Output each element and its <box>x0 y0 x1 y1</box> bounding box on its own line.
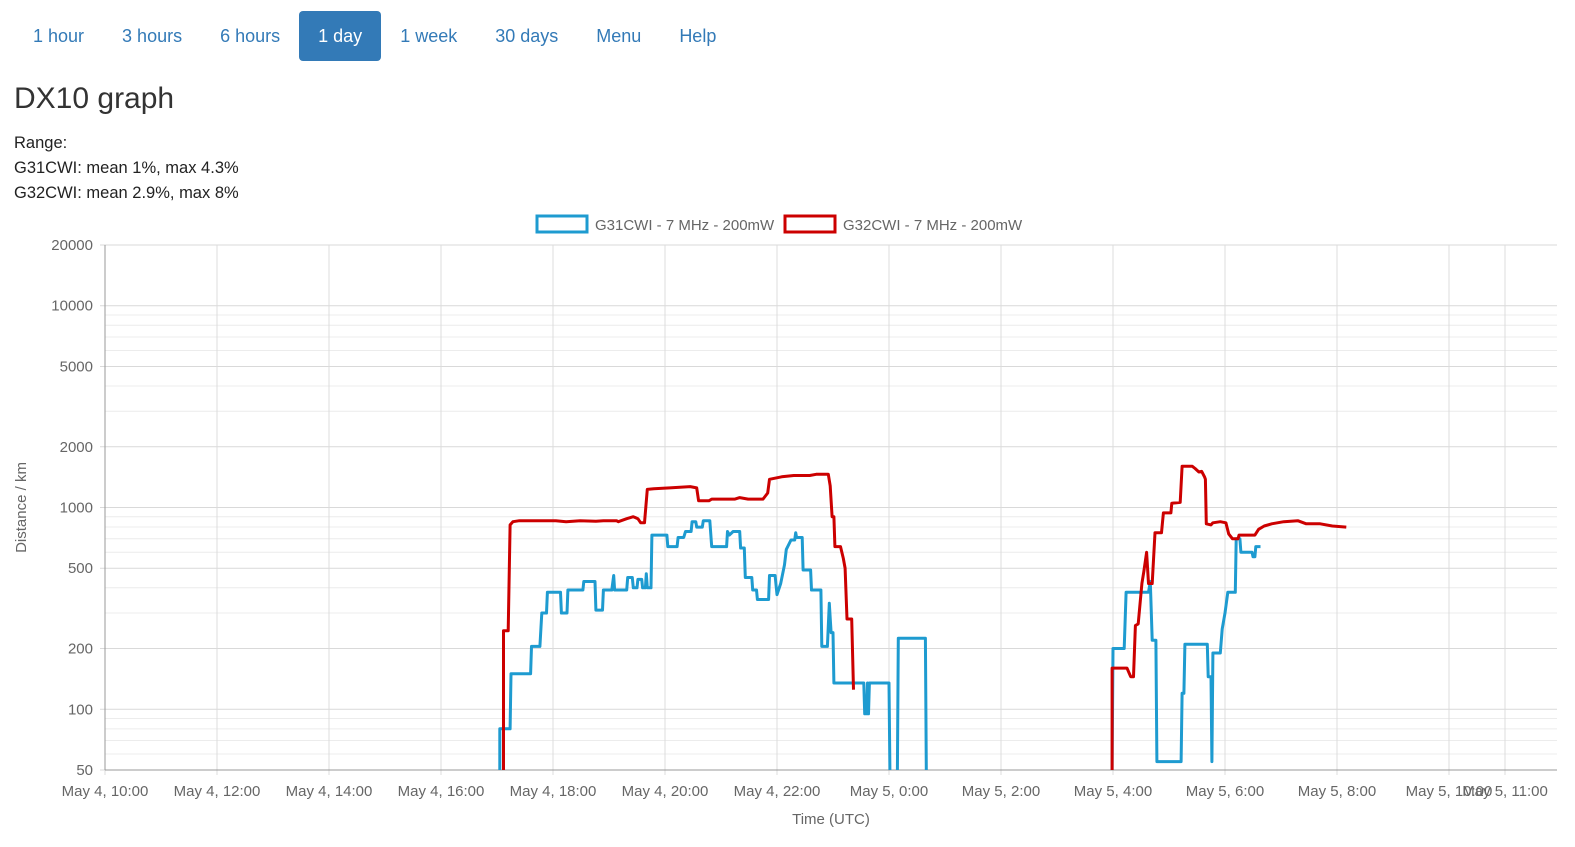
x-tick-label: May 4, 16:00 <box>398 783 485 800</box>
x-tick-label: May 4, 22:00 <box>734 783 821 800</box>
dx-distance-chart: May 4, 10:00 May 4, 12:00 May 4, 14:00 May … <box>13 214 1557 828</box>
x-tick-label: May 5, 11:00 <box>1462 783 1548 800</box>
y-axis-title: Distance / km <box>13 462 30 553</box>
x-tick-label: May 4, 14:00 <box>286 783 373 800</box>
tab-1-hour[interactable]: 1 hour <box>14 11 103 61</box>
tab-1-week[interactable]: 1 week <box>381 11 476 61</box>
page-title: DX10 graph <box>14 82 175 115</box>
series-line-g32cwi <box>1110 464 1347 770</box>
y-tick-label: 20000 <box>51 237 93 254</box>
x-axis-title: Time (UTC) <box>792 811 870 828</box>
range-stats: Range: G31CWI: mean 1%, max 4.3% G32CWI:… <box>14 131 239 206</box>
range-label: Range: <box>14 134 68 152</box>
y-tick-label: 1000 <box>60 500 93 517</box>
stat-g32cwi: G32CWI: mean 2.9%, max 8% <box>14 184 239 202</box>
x-tick-label: May 5, 4:00 <box>1074 783 1152 800</box>
stat-g31cwi: G31CWI: mean 1%, max 4.3% <box>14 159 239 177</box>
x-tick-label: May 4, 10:00 <box>62 783 149 800</box>
tab-1-day[interactable]: 1 day <box>299 11 382 61</box>
x-tick-label: May 5, 2:00 <box>962 783 1040 800</box>
x-tick-label: May 5, 8:00 <box>1298 783 1376 800</box>
tab-3-hours[interactable]: 3 hours <box>103 11 201 61</box>
series-line-g31cwi <box>895 636 928 771</box>
y-tick-label: 100 <box>68 701 93 718</box>
y-tick-label: 500 <box>68 560 93 577</box>
range-tabs: 1 hour 3 hours 6 hours 1 day 1 week 30 d… <box>14 11 735 61</box>
series-line-g32cwi <box>502 472 855 770</box>
y-tick-label: 10000 <box>51 298 93 315</box>
x-tick-label: May 4, 18:00 <box>510 783 597 800</box>
x-tick-label: May 5, 6:00 <box>1186 783 1264 800</box>
legend-swatch-g32cwi <box>783 214 837 234</box>
legend-label-g31cwi: G31CWI - 7 MHz - 200mW <box>595 217 775 234</box>
menu-link[interactable]: Menu <box>577 11 660 61</box>
y-tick-label: 200 <box>68 641 93 658</box>
legend-label-g32cwi: G32CWI - 7 MHz - 200mW <box>843 217 1023 234</box>
tab-6-hours[interactable]: 6 hours <box>201 11 299 61</box>
y-tick-label: 50 <box>76 762 93 779</box>
y-tick-label: 5000 <box>60 358 93 375</box>
x-tick-label: May 4, 12:00 <box>174 783 261 800</box>
legend-swatch-g31cwi <box>535 214 589 234</box>
tab-30-days[interactable]: 30 days <box>476 11 577 61</box>
x-tick-label: May 4, 20:00 <box>622 783 709 800</box>
help-link[interactable]: Help <box>660 11 735 61</box>
x-tick-label: May 5, 0:00 <box>850 783 928 800</box>
y-tick-label: 2000 <box>60 439 93 456</box>
series-line-g31cwi <box>498 519 892 771</box>
